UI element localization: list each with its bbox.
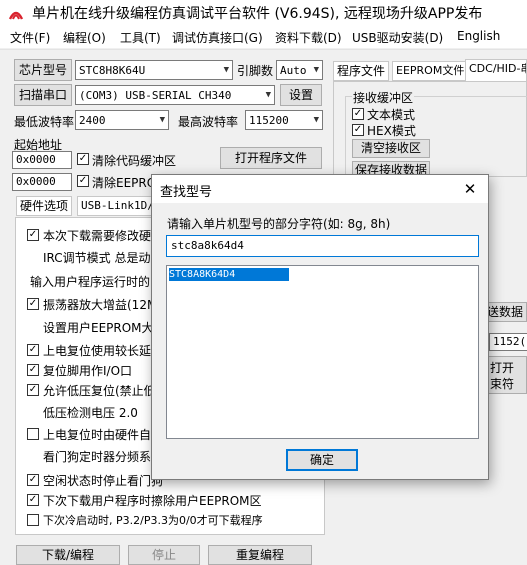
send-baud-value: 1152( xyxy=(493,335,527,348)
eeprom-address-value: 0x0000 xyxy=(16,175,56,188)
option-checkbox-0[interactable]: ✓ xyxy=(27,229,39,241)
max-baud-select[interactable]: 115200 ▼ xyxy=(245,110,323,130)
menu-usb-driver[interactable]: USB驱动安装(D) xyxy=(352,29,443,46)
download-program-button[interactable]: 下载/编程 xyxy=(16,545,120,565)
window-title: 单片机在线升级编程仿真调试平台软件 (V6.94S), 远程现场升级APP发布 xyxy=(32,6,483,22)
option-label-2: 输入用户程序运行时的I xyxy=(30,275,154,289)
chevron-down-icon: ▼ xyxy=(223,65,229,75)
port-select[interactable]: (COM3) USB-SERIAL CH340 ▼ xyxy=(75,85,275,105)
dialog-title-bar: 查找型号 ✕ xyxy=(152,175,488,203)
app-logo-icon xyxy=(8,11,24,20)
hex-mode-label: HEX模式 xyxy=(367,124,416,138)
ok-button[interactable]: 确定 xyxy=(286,449,358,471)
chevron-down-icon: ▼ xyxy=(313,115,319,125)
chevron-down-icon: ▼ xyxy=(313,65,319,75)
option-checkbox-7[interactable]: ✓ xyxy=(27,384,39,396)
option-checkbox-11[interactable]: ✓ xyxy=(27,474,39,486)
min-baud-select[interactable]: 2400 ▼ xyxy=(75,110,169,130)
chevron-down-icon: ▼ xyxy=(159,115,165,125)
tab-program-file[interactable]: 程序文件 xyxy=(333,61,390,81)
title-bar: 单片机在线升级编程仿真调试平台软件 (V6.94S), 远程现场升级APP发布 xyxy=(0,0,527,26)
receive-buffer-label: 接收缓冲区 xyxy=(352,89,415,106)
min-baud-label: 最低波特率 xyxy=(14,115,75,129)
menu-tools[interactable]: 工具(T) xyxy=(120,29,161,46)
option-checkbox-9[interactable] xyxy=(27,428,39,440)
settings-button[interactable]: 设置 xyxy=(280,84,322,106)
model-search-input[interactable]: stc8a8k64d4 xyxy=(166,235,479,257)
find-model-dialog: 查找型号 ✕ 请输入单片机型号的部分字符(如: 8g, 8h) stc8a8k6… xyxy=(151,174,489,480)
chip-model-select[interactable]: STC8H8K64U ▼ xyxy=(75,60,233,80)
pin-count-select[interactable]: Auto ▼ xyxy=(276,60,323,80)
option-label-1: IRC调节模式 总是动 xyxy=(43,251,151,265)
pin-count-label: 引脚数 xyxy=(237,64,274,78)
model-results-list[interactable]: STC8A8K64D4 xyxy=(166,265,479,439)
close-icon[interactable]: ✕ xyxy=(458,179,482,199)
chip-model-value: STC8H8K64U xyxy=(79,64,146,77)
option-label-8: 低压检测电压 2.0 xyxy=(43,406,138,420)
clear-code-label: 清除代码缓冲区 xyxy=(92,154,177,168)
menu-bar: 文件(F) 编程(O) 工具(T) 调试仿真接口(G) 资料下载(D) USB驱… xyxy=(0,26,527,48)
repeat-program-button[interactable]: 重复编程 xyxy=(208,545,312,565)
tab-eeprom-file[interactable]: EEPROM文件 xyxy=(392,61,469,81)
max-baud-label: 最高波特率 xyxy=(178,115,239,129)
option-checkbox-3[interactable]: ✓ xyxy=(27,298,39,310)
option-label-3: 振荡器放大增益(12M xyxy=(43,298,158,312)
tab-cdc-hid[interactable]: CDC/HID-串 xyxy=(465,59,527,81)
end-label: 束符 xyxy=(490,377,515,391)
chip-model-button[interactable]: 芯片型号 xyxy=(14,59,72,81)
dialog-prompt: 请输入单片机型号的部分字符(如: 8g, 8h) xyxy=(167,217,391,231)
max-baud-value: 115200 xyxy=(249,114,289,127)
clear-eeprom-checkbox[interactable]: ✓ xyxy=(77,175,89,187)
stop-button[interactable]: 停止 xyxy=(128,545,200,565)
text-mode-checkbox[interactable]: ✓ xyxy=(352,108,364,120)
option-label-4: 设置用户EEPROM大小 xyxy=(43,321,166,335)
option-checkbox-13[interactable] xyxy=(27,514,39,526)
option-checkbox-5[interactable]: ✓ xyxy=(27,344,39,356)
list-item[interactable]: STC8A8K64D4 xyxy=(169,268,289,281)
option-label-5: 上电复位使用较长延时 xyxy=(43,344,164,358)
menu-program[interactable]: 编程(O) xyxy=(63,29,106,46)
option-label-9: 上电复位时由硬件自动 xyxy=(43,428,164,442)
option-label-12: 下次下载用户程序时擦除用户EEPROM区 xyxy=(43,494,262,508)
menu-file[interactable]: 文件(F) xyxy=(10,29,50,46)
menu-debug[interactable]: 调试仿真接口(G) xyxy=(172,29,263,46)
clear-receive-button[interactable]: 清空接收区 xyxy=(352,139,430,158)
option-label-6: 复位脚用作I/O口 xyxy=(43,364,133,378)
open-label: 打开 xyxy=(490,361,515,375)
scan-port-button[interactable]: 扫描串口 xyxy=(14,84,72,106)
dialog-title: 查找型号 xyxy=(160,185,213,200)
open-button[interactable]: 打开 束符 xyxy=(487,356,527,394)
send-data-button[interactable]: 送数据 xyxy=(486,302,527,322)
option-label-10: 看门狗定时器分频系数 xyxy=(43,450,164,464)
menu-english[interactable]: English xyxy=(457,29,500,43)
min-baud-value: 2400 xyxy=(79,114,106,127)
code-address-value: 0x0000 xyxy=(16,153,56,166)
tab-hardware-options[interactable]: 硬件选项 xyxy=(16,196,73,216)
option-label-0: 本次下载需要修改硬件 xyxy=(43,229,164,243)
chevron-down-icon: ▼ xyxy=(265,90,271,100)
menu-divider xyxy=(0,49,527,50)
menu-download[interactable]: 资料下载(D) xyxy=(275,29,342,46)
option-label-13: 下次冷启动时, P3.2/P3.3为0/0才可下载程序 xyxy=(43,514,263,527)
hex-mode-checkbox[interactable]: ✓ xyxy=(352,124,364,136)
open-program-button[interactable]: 打开程序文件 xyxy=(220,147,322,169)
option-label-11: 空闲状态时停止看门狗 xyxy=(43,474,164,488)
text-mode-label: 文本模式 xyxy=(367,108,416,122)
send-baud-select[interactable]: 1152( xyxy=(489,333,527,351)
port-value: (COM3) USB-SERIAL CH340 xyxy=(79,89,232,102)
pin-count-value: Auto xyxy=(280,64,307,77)
option-checkbox-12[interactable]: ✓ xyxy=(27,494,39,506)
clear-code-checkbox[interactable]: ✓ xyxy=(77,153,89,165)
eeprom-address-input[interactable]: 0x0000 xyxy=(12,173,72,191)
option-checkbox-6[interactable]: ✓ xyxy=(27,364,39,376)
option-label-7: 允许低压复位(禁止低 xyxy=(43,384,156,398)
model-search-value: stc8a8k64d4 xyxy=(171,239,244,252)
code-address-input[interactable]: 0x0000 xyxy=(12,151,72,169)
